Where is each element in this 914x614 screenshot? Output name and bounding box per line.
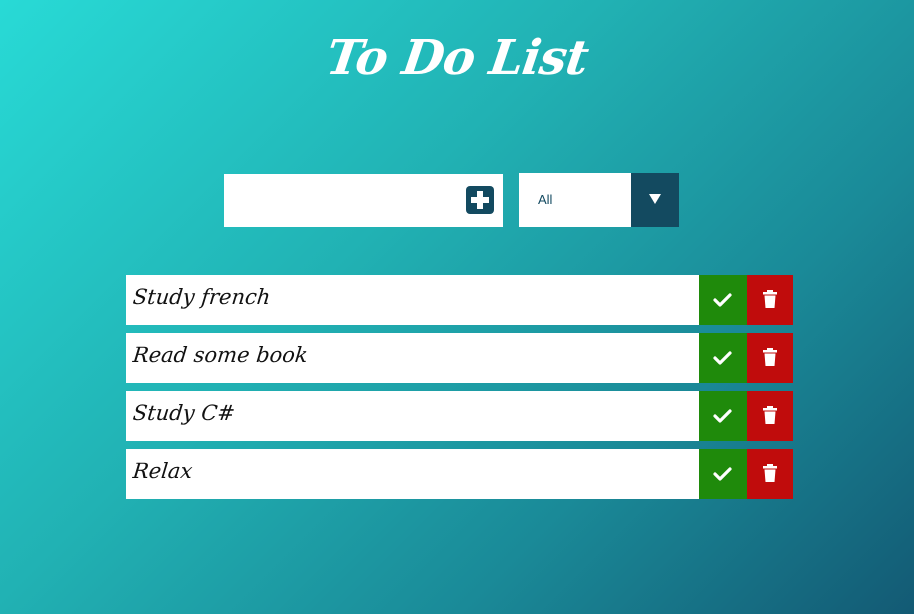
check-icon: [713, 351, 732, 365]
todo-text: Study french: [131, 285, 272, 309]
todo-text: Read some book: [131, 343, 310, 367]
todo-list: Study french Read some book Study C# Rel…: [126, 275, 793, 507]
todo-input-container: [224, 174, 503, 227]
delete-button[interactable]: [747, 333, 793, 383]
check-icon: [713, 467, 732, 481]
filter-dropdown-button[interactable]: [631, 173, 679, 227]
trash-icon: [763, 464, 777, 482]
add-todo-button[interactable]: [466, 186, 494, 214]
complete-button[interactable]: [699, 449, 747, 499]
check-icon: [713, 293, 732, 307]
todo-text-box: Relax: [126, 449, 699, 499]
complete-button[interactable]: [699, 275, 747, 325]
todo-text-box: Read some book: [126, 333, 699, 383]
todo-text: Relax: [131, 459, 194, 483]
todo-input[interactable]: [224, 174, 459, 227]
filter-selected-value: All: [538, 192, 553, 207]
todo-item: Study french: [126, 275, 793, 325]
page-title: To Do List: [322, 30, 592, 86]
plus-icon: [471, 191, 489, 209]
delete-button[interactable]: [747, 449, 793, 499]
todo-text-box: Study french: [126, 275, 699, 325]
trash-icon: [763, 348, 777, 366]
complete-button[interactable]: [699, 391, 747, 441]
complete-button[interactable]: [699, 333, 747, 383]
todo-text-box: Study C#: [126, 391, 699, 441]
todo-item: Relax: [126, 449, 793, 499]
delete-button[interactable]: [747, 275, 793, 325]
trash-icon: [763, 290, 777, 308]
todo-item: Read some book: [126, 333, 793, 383]
check-icon: [713, 409, 732, 423]
filter-select[interactable]: All: [519, 173, 679, 227]
delete-button[interactable]: [747, 391, 793, 441]
trash-icon: [763, 406, 777, 424]
todo-text: Study C#: [131, 401, 237, 425]
todo-item: Study C#: [126, 391, 793, 441]
caret-down-icon: [649, 194, 661, 204]
